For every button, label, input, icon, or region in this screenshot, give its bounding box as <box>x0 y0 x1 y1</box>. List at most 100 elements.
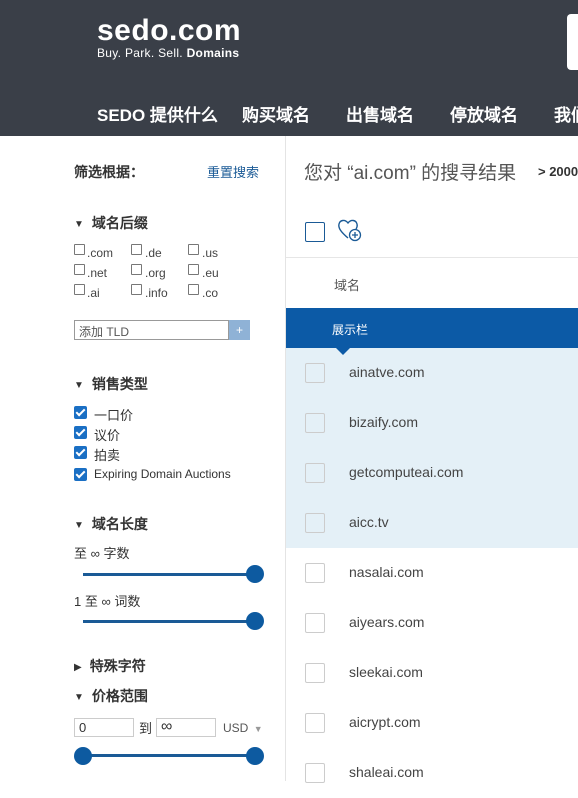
special-chars-section-toggle[interactable]: ▶ 特殊字符 <box>74 656 146 676</box>
add-tld-button[interactable]: + <box>229 320 250 340</box>
tld-checkbox-de[interactable] <box>131 244 142 255</box>
sedo-logo[interactable]: sedo.com Buy. Park. Sell. Domains <box>97 14 241 60</box>
showcase-domain-row[interactable]: aicc.tv <box>286 498 578 548</box>
header-search-box[interactable] <box>567 14 578 70</box>
add-tld-input[interactable]: 添加 TLD <box>74 320 229 340</box>
sale-checkbox-auction[interactable] <box>74 446 87 459</box>
chars-slider-handle[interactable] <box>246 565 264 583</box>
results-title: 您对 “ai.com” 的搜寻结果 <box>304 163 517 184</box>
sale-checkbox-expiring[interactable] <box>74 468 87 481</box>
filter-title: 筛选根据： <box>74 164 144 180</box>
tld-label-us: .us <box>202 246 219 260</box>
domain-name[interactable]: bizaify.com <box>349 414 418 430</box>
row-checkbox[interactable] <box>305 463 325 483</box>
domain-name[interactable]: ainatve.com <box>349 364 424 380</box>
column-header-domain[interactable]: 域名 <box>334 275 360 294</box>
add-to-watchlist-heart-icon[interactable] <box>337 216 363 244</box>
sale-type-section-toggle[interactable]: ▼ 销售类型 <box>74 374 148 394</box>
domain-row[interactable]: shaleai.com <box>286 748 578 798</box>
row-checkbox[interactable] <box>305 663 325 683</box>
domain-row[interactable]: nasalai.com <box>286 548 578 598</box>
chevron-down-icon: ▼ <box>253 724 263 734</box>
currency-select[interactable]: USD ▼ <box>223 721 263 735</box>
words-slider-track[interactable] <box>83 620 255 623</box>
domain-name[interactable]: getcomputeai.com <box>349 464 463 480</box>
domain-name[interactable]: nasalai.com <box>349 564 424 580</box>
chars-slider-track[interactable] <box>83 573 255 576</box>
domain-name[interactable]: aicc.tv <box>349 514 389 530</box>
triangle-down-icon: ▼ <box>74 520 84 531</box>
tld-checkbox-co[interactable] <box>188 284 199 295</box>
nav-about-us[interactable]: 我们 <box>554 101 578 126</box>
words-slider-handle[interactable] <box>246 612 264 630</box>
length-section-toggle[interactable]: ▼ 域名长度 <box>74 514 148 534</box>
length-words-label: 1 至 ∞ 词数 <box>74 594 141 609</box>
tld-checkbox-info[interactable] <box>131 284 142 295</box>
row-checkbox[interactable] <box>305 613 325 633</box>
tld-checkbox-org[interactable] <box>131 264 142 275</box>
domain-name[interactable]: aicrypt.com <box>349 714 421 730</box>
length-heading: 域名长度 <box>91 516 148 532</box>
tld-label-de: .de <box>145 246 162 260</box>
nav-what-sedo-offers[interactable]: SEDO 提供什么 <box>97 101 218 126</box>
currency-value: USD <box>223 721 249 735</box>
tagline-bold: Domains <box>186 46 240 60</box>
triangle-down-icon: ▼ <box>74 380 84 391</box>
tld-checkbox-us[interactable] <box>188 244 199 255</box>
main-nav: SEDO 提供什么 购买域名 出售域名 停放域名 我们 <box>0 101 578 125</box>
row-checkbox[interactable] <box>305 413 325 433</box>
separator <box>286 257 578 258</box>
domain-name[interactable]: aiyears.com <box>349 614 424 630</box>
sale-label-buy-now: 一口价 <box>94 408 134 423</box>
price-heading: 价格范围 <box>91 688 148 704</box>
tld-section-toggle[interactable]: ▼ 域名后缀 <box>74 213 148 233</box>
price-max-input[interactable]: ∞ <box>156 718 216 737</box>
price-slider-track[interactable] <box>83 754 255 757</box>
sale-checkbox-make-offer[interactable] <box>74 426 87 439</box>
nav-sell-domains[interactable]: 出售域名 <box>346 101 414 126</box>
showcase-label: 展示栏 <box>332 323 369 337</box>
reset-search-link[interactable]: 重置搜索 <box>207 162 259 181</box>
row-checkbox[interactable] <box>305 363 325 383</box>
results-count: > 2000 <box>538 164 578 179</box>
row-checkbox[interactable] <box>305 513 325 533</box>
row-checkbox[interactable] <box>305 713 325 733</box>
triangle-right-icon: ▶ <box>74 662 82 673</box>
select-all-checkbox[interactable] <box>305 222 325 242</box>
tld-heading: 域名后缀 <box>91 215 148 231</box>
sale-type-heading: 销售类型 <box>91 376 148 392</box>
domain-row[interactable]: aicrypt.com <box>286 698 578 748</box>
sale-label-expiring: Expiring Domain Auctions <box>94 467 231 481</box>
showcase-domain-row[interactable]: ainatve.com <box>286 348 578 398</box>
tld-label-net: .net <box>87 266 108 280</box>
sale-checkbox-buy-now[interactable] <box>74 406 87 419</box>
price-min-input[interactable]: 0 <box>74 718 134 737</box>
domain-row[interactable]: aiyears.com <box>286 598 578 648</box>
price-section-toggle[interactable]: ▼ 价格范围 <box>74 686 148 706</box>
showcase-domain-row[interactable]: bizaify.com <box>286 398 578 448</box>
tld-label-org: .org <box>145 266 166 280</box>
nav-buy-domains[interactable]: 购买域名 <box>242 101 310 126</box>
tld-label-co: .co <box>202 286 219 300</box>
sale-label-make-offer: 议价 <box>94 428 121 443</box>
tld-checkbox-ai[interactable] <box>74 284 85 295</box>
row-checkbox[interactable] <box>305 563 325 583</box>
domain-name[interactable]: shaleai.com <box>349 764 424 780</box>
price-slider-max-handle[interactable] <box>246 747 264 765</box>
showcase-domain-row[interactable]: getcomputeai.com <box>286 448 578 498</box>
domain-name[interactable]: sleekai.com <box>349 664 423 680</box>
tld-label-ai: .ai <box>87 286 100 300</box>
tld-checkbox-com[interactable] <box>74 244 85 255</box>
tld-checkbox-net[interactable] <box>74 264 85 275</box>
row-checkbox[interactable] <box>305 763 325 783</box>
results-panel: 您对 “ai.com” 的搜寻结果 > 2000 域名 展示栏 ainatve.… <box>286 136 578 783</box>
sale-label-auction: 拍卖 <box>94 448 121 463</box>
triangle-down-icon: ▼ <box>74 692 84 703</box>
tld-checkbox-eu[interactable] <box>188 264 199 275</box>
site-header: sedo.com Buy. Park. Sell. Domains SEDO 提… <box>0 0 578 136</box>
logo-text: sedo.com <box>97 14 242 47</box>
length-chars-label: 至 ∞ 字数 <box>74 546 130 561</box>
nav-park-domains[interactable]: 停放域名 <box>450 101 518 126</box>
domain-row[interactable]: sleekai.com <box>286 648 578 698</box>
price-slider-min-handle[interactable] <box>74 747 92 765</box>
